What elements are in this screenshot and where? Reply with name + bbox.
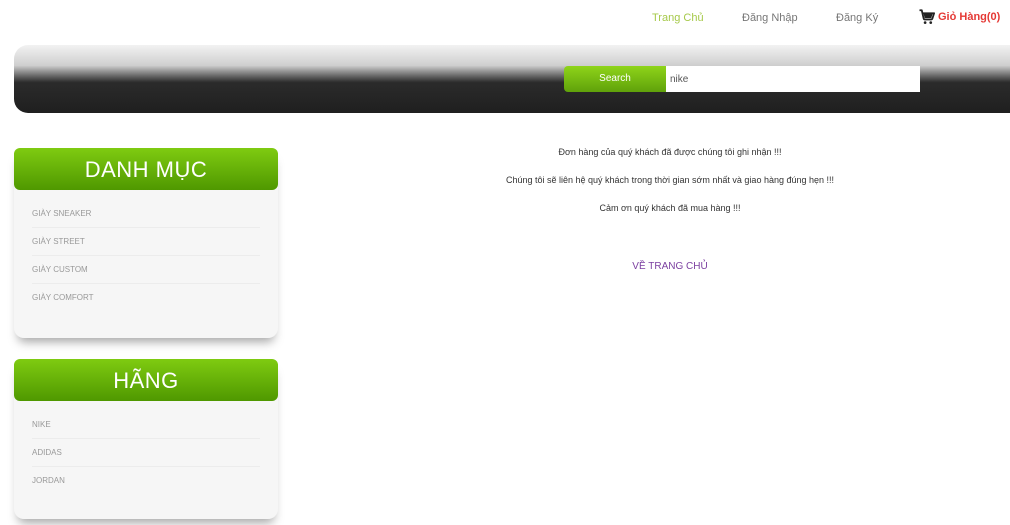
top-navigation: Trang Chủ Đăng Nhập Đăng Ký Giỏ Hàng(0) bbox=[0, 0, 1010, 40]
category-panel: DANH MỤC GIÀY SNEAKER GIÀY STREET GIÀY C… bbox=[14, 148, 278, 338]
brand-panel: HÃNG NIKE ADIDAS JORDAN bbox=[14, 359, 278, 519]
brand-item-jordan[interactable]: JORDAN bbox=[32, 467, 260, 495]
search-button[interactable]: Search bbox=[564, 66, 666, 92]
shopping-cart-icon bbox=[919, 9, 936, 24]
category-item-street[interactable]: GIÀY STREET bbox=[32, 228, 260, 256]
category-panel-title: DANH MỤC bbox=[14, 148, 278, 190]
cart-link[interactable]: Giỏ Hàng(0) bbox=[918, 8, 1000, 26]
category-item-sneaker[interactable]: GIÀY SNEAKER bbox=[32, 200, 260, 228]
category-list: GIÀY SNEAKER GIÀY STREET GIÀY CUSTOM GIÀ… bbox=[14, 190, 278, 320]
brand-item-nike[interactable]: NIKE bbox=[32, 411, 260, 439]
cart-label: Giỏ Hàng(0) bbox=[938, 11, 1001, 23]
confirmation-message: Đơn hàng của quý khách đã được chúng tôi… bbox=[558, 147, 782, 157]
back-home-link[interactable]: VỀ TRANG CHỦ bbox=[440, 261, 900, 272]
brand-panel-title: HÃNG bbox=[14, 359, 278, 401]
nav-home-link[interactable]: Trang Chủ bbox=[652, 12, 704, 24]
nav-register-link[interactable]: Đăng Ký bbox=[836, 12, 878, 24]
thank-you-message: Cảm ơn quý khách đã mua hàng !!! bbox=[599, 203, 741, 213]
contact-message: Chúng tôi sẽ liên hệ quý khách trong thờ… bbox=[505, 175, 835, 185]
category-item-comfort[interactable]: GIÀY COMFORT bbox=[32, 284, 260, 312]
brand-list: NIKE ADIDAS JORDAN bbox=[14, 401, 278, 503]
search-input[interactable] bbox=[666, 66, 920, 92]
nav-login-link[interactable]: Đăng Nhập bbox=[742, 12, 798, 24]
category-item-custom[interactable]: GIÀY CUSTOM bbox=[32, 256, 260, 284]
brand-item-adidas[interactable]: ADIDAS bbox=[32, 439, 260, 467]
